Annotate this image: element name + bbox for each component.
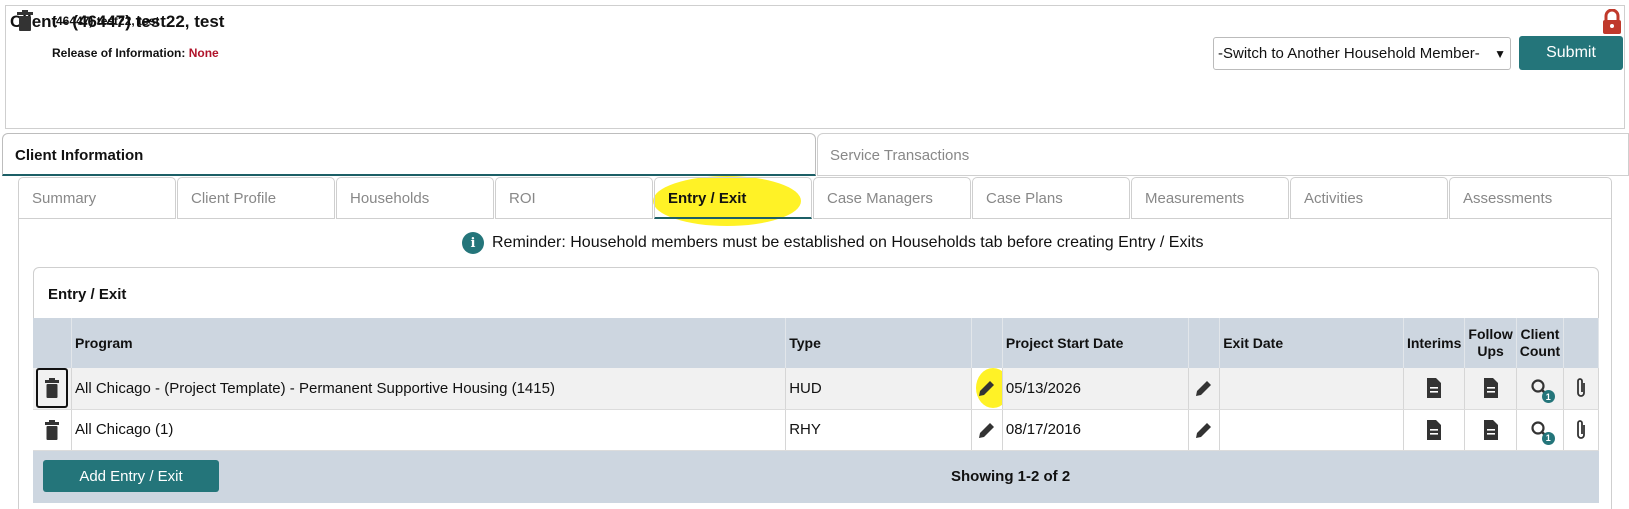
client-count-badge: 1	[1541, 431, 1555, 445]
lock-icon[interactable]	[1601, 8, 1623, 35]
tab-service-transactions[interactable]: Service Transactions	[817, 133, 1629, 176]
pencil-icon	[1196, 422, 1212, 438]
exit-date-cell[interactable]	[1219, 368, 1404, 410]
edit-type-button[interactable]	[971, 368, 1003, 410]
document-icon	[1427, 378, 1442, 399]
program-cell[interactable]: All Chicago - (Project Template) - Perma…	[71, 368, 787, 410]
program-cell[interactable]: All Chicago (1)	[71, 409, 787, 451]
trash-icon[interactable]	[15, 10, 35, 32]
subtab-households[interactable]: Households	[336, 177, 494, 219]
attachment-button[interactable]	[1563, 409, 1599, 451]
paperclip-icon	[1577, 419, 1585, 439]
document-icon	[1483, 378, 1498, 399]
subtab-measurements[interactable]: Measurements	[1131, 177, 1289, 219]
col-project-start-date[interactable]: Project Start Date	[1002, 318, 1190, 368]
reminder-text: Reminder: Household members must be esta…	[492, 234, 1204, 251]
pencil-icon	[978, 422, 994, 438]
submit-button[interactable]: Submit	[1519, 36, 1623, 70]
trash-icon	[45, 378, 59, 399]
col-exit-date[interactable]: Exit Date	[1219, 318, 1404, 368]
col-client-count: Client Count	[1516, 318, 1565, 368]
subtab-activities[interactable]: Activities	[1290, 177, 1448, 219]
reminder-message: i Reminder: Household members must be es…	[462, 232, 1203, 254]
trash-icon	[45, 419, 59, 440]
chevron-down-icon: ▼	[1494, 46, 1506, 61]
start-date-cell: 05/13/2026	[1002, 368, 1190, 410]
subtab-summary[interactable]: Summary	[18, 177, 176, 219]
subtab-bar: Summary Client Profile Households ROI En…	[18, 177, 1612, 219]
col-follow-ups: Follow Ups	[1464, 318, 1517, 368]
edit-type-button[interactable]	[971, 409, 1003, 451]
paperclip-icon	[1577, 378, 1585, 398]
roi-label: Release of Information:	[52, 46, 186, 60]
subtab-assessments[interactable]: Assessments	[1449, 177, 1612, 219]
subtab-case-managers[interactable]: Case Managers	[813, 177, 971, 219]
info-icon: i	[462, 232, 484, 254]
col-program[interactable]: Program	[71, 318, 787, 368]
subtab-roi[interactable]: ROI	[495, 177, 653, 219]
roi-value: None	[188, 46, 219, 60]
table-row: All Chicago (1) RHY 08/17/2016 1	[33, 409, 1599, 451]
exit-date-cell[interactable]	[1219, 409, 1404, 451]
client-count-button[interactable]: 1	[1516, 368, 1565, 410]
col-interims: Interims	[1403, 318, 1466, 368]
interims-button[interactable]	[1403, 368, 1466, 410]
client-count-badge: 1	[1541, 390, 1555, 403]
delete-entry-button[interactable]	[33, 409, 72, 451]
add-entry-exit-button[interactable]: Add Entry / Exit	[43, 460, 219, 492]
table-row: All Chicago - (Project Template) - Perma…	[33, 368, 1599, 410]
card-title: Entry / Exit	[48, 286, 127, 303]
type-cell: RHY	[785, 409, 972, 451]
edit-start-date-button[interactable]	[1188, 409, 1221, 451]
document-icon	[1483, 419, 1498, 440]
col-type[interactable]: Type	[785, 318, 972, 368]
table-header-row: Program Type Project Start Date Exit Dat…	[33, 318, 1599, 368]
household-member-select[interactable]: -Switch to Another Household Member- ▼	[1213, 37, 1511, 70]
interims-button[interactable]	[1403, 409, 1466, 451]
entry-exit-table: Program Type Project Start Date Exit Dat…	[33, 318, 1599, 451]
attachment-button[interactable]	[1563, 368, 1599, 410]
table-footer	[33, 451, 1599, 503]
pagination-status: Showing 1-2 of 2	[951, 468, 1071, 485]
roi-line: Release of Information: None	[52, 46, 219, 60]
start-date-cell: 08/17/2016	[1002, 409, 1190, 451]
household-select-value: -Switch to Another Household Member-	[1218, 45, 1480, 62]
pencil-icon	[1196, 381, 1212, 397]
pencil-icon	[978, 381, 994, 397]
follow-ups-button[interactable]	[1464, 368, 1517, 410]
subtab-entry-exit[interactable]: Entry / Exit	[654, 177, 812, 219]
document-icon	[1427, 419, 1442, 440]
type-cell: HUD	[785, 368, 972, 410]
client-count-button[interactable]: 1	[1516, 409, 1565, 451]
subtab-client-profile[interactable]: Client Profile	[177, 177, 335, 219]
client-name: (46447) test22, test	[52, 14, 160, 28]
subtab-case-plans[interactable]: Case Plans	[972, 177, 1130, 219]
tab-client-information[interactable]: Client Information	[2, 133, 816, 176]
edit-start-date-button[interactable]	[1188, 368, 1221, 410]
delete-entry-button[interactable]	[36, 368, 68, 409]
follow-ups-button[interactable]	[1464, 409, 1517, 451]
